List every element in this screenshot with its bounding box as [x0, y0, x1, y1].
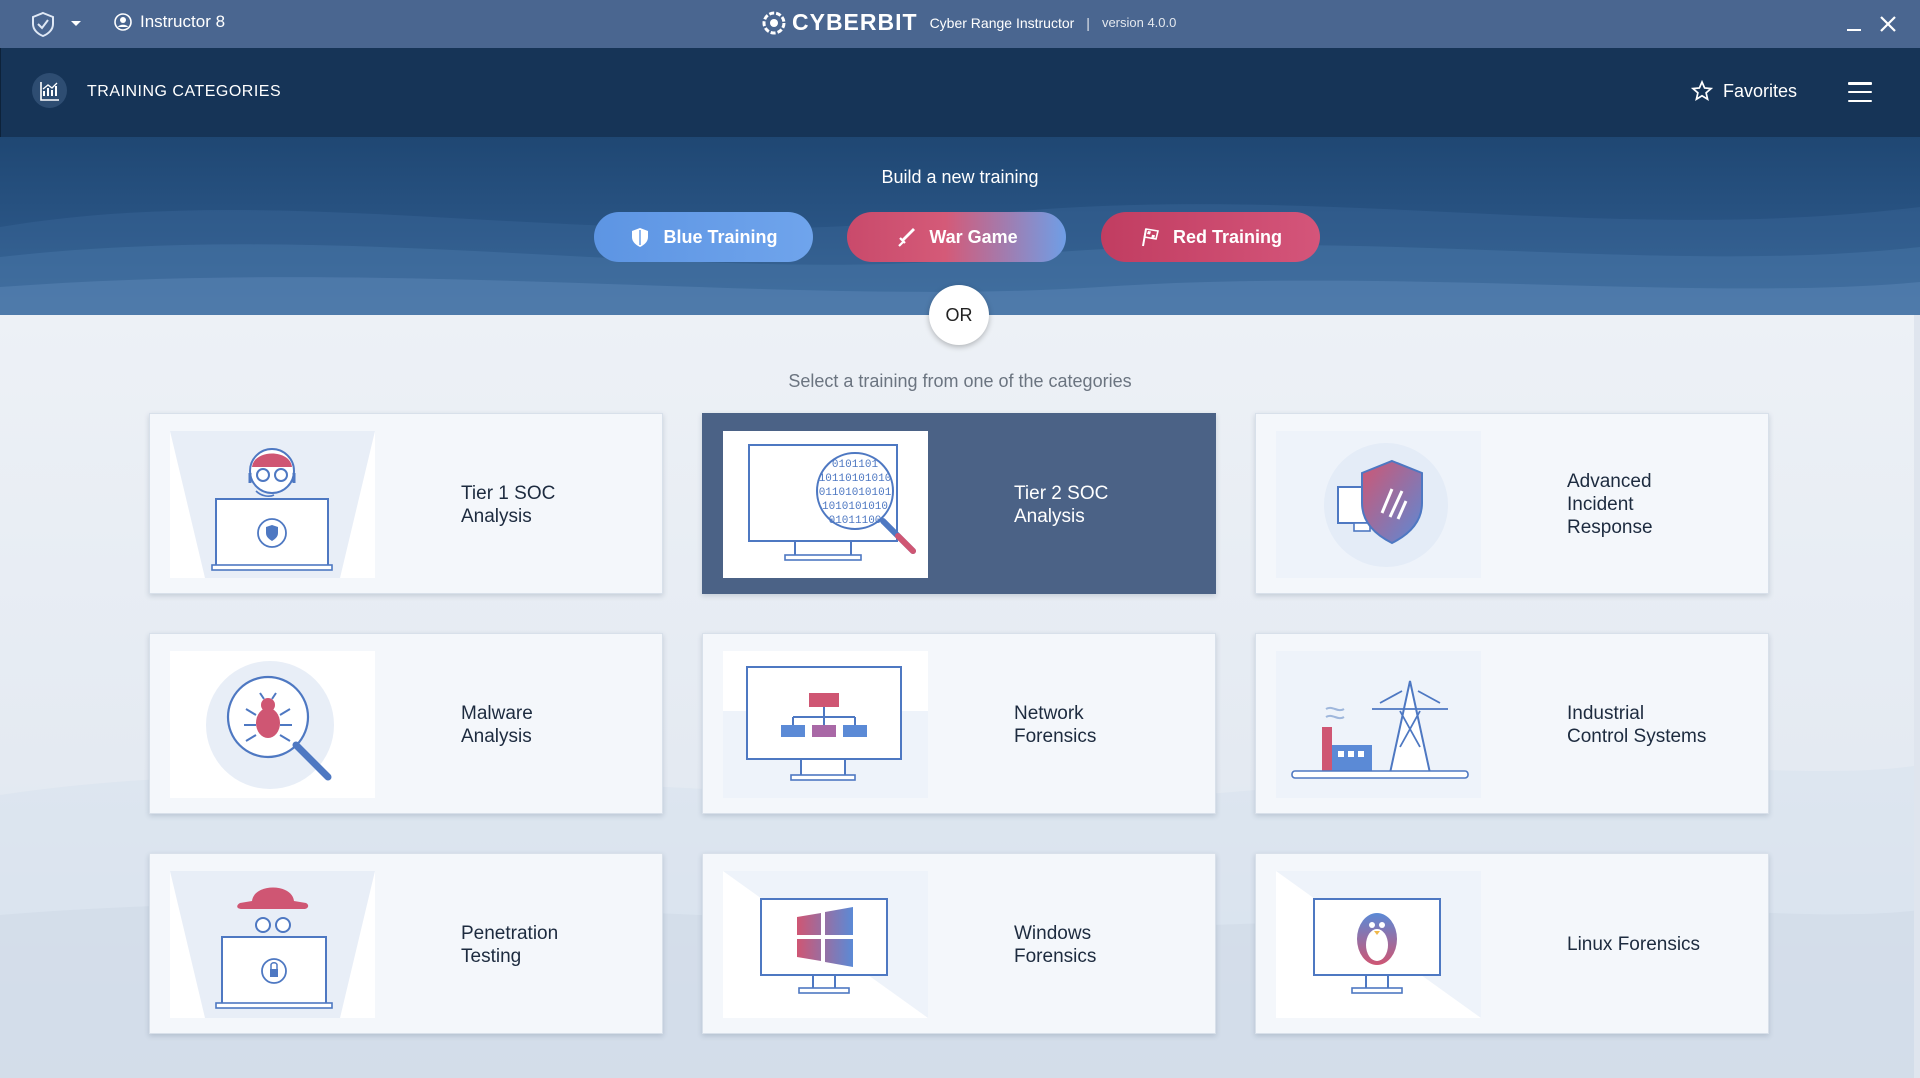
svg-text:01011100: 01011100: [829, 515, 882, 527]
category-card-tier-1-soc-analysis[interactable]: Tier 1 SOC Analysis: [149, 413, 663, 594]
favorites-label: Favorites: [1723, 80, 1798, 101]
minimize-icon[interactable]: [1844, 13, 1866, 35]
hamburger-menu-icon[interactable]: [1848, 82, 1872, 102]
chevron-down-icon[interactable]: [68, 13, 84, 33]
soc-analyst-icon: [170, 431, 375, 578]
categories-subtitle: Select a training from one of the catego…: [788, 371, 1132, 391]
app-version: version 4.0.0: [1101, 15, 1177, 30]
app-branding: CYBERBIT Cyber Range Instructor | versio…: [762, 9, 1176, 36]
cyberbit-logo: CYBERBIT: [762, 9, 918, 36]
title-bar: Instructor 8 CYBERBIT Cyber Range Instru…: [0, 0, 1920, 48]
app-name: Cyber Range Instructor: [929, 14, 1075, 31]
category-card-malware-analysis[interactable]: Malware Analysis: [149, 633, 663, 814]
red-training-button[interactable]: Red Training: [1101, 212, 1320, 262]
shield-monitor-icon: [1276, 431, 1481, 578]
category-card-windows-forensics[interactable]: Windows Forensics: [702, 853, 1216, 1034]
app-shield-icon[interactable]: [30, 11, 56, 37]
page-title: TRAINING CATEGORIES: [87, 83, 282, 100]
category-card-network-forensics[interactable]: Network Forensics: [702, 633, 1216, 814]
page-header: TRAINING CATEGORIES Favorites: [0, 48, 1920, 137]
build-training-title: Build a new training: [881, 167, 1039, 187]
power-tower-icon: [1276, 651, 1481, 798]
svg-text:0101101: 0101101: [832, 459, 879, 471]
category-label: Tier 1 SOC Analysis: [461, 482, 556, 527]
cyberbit-logo-icon: [762, 11, 786, 34]
category-label: Windows Forensics: [1014, 922, 1097, 967]
category-label: Malware Analysis: [461, 702, 533, 747]
svg-text:10110101010: 10110101010: [819, 473, 892, 485]
training-categories-icon: [32, 73, 67, 108]
category-card-penetration-testing[interactable]: Penetration Testing: [149, 853, 663, 1034]
title-separator: |: [1086, 14, 1090, 31]
close-icon[interactable]: [1876, 12, 1900, 36]
svg-text:1010101010: 1010101010: [822, 501, 888, 513]
linux-penguin-icon: [1276, 871, 1481, 1018]
category-card-linux-forensics[interactable]: Linux Forensics: [1255, 853, 1769, 1034]
category-label: Linux Forensics: [1567, 934, 1701, 955]
scrollbar[interactable]: [1914, 315, 1920, 1078]
favorites-button[interactable]: Favorites: [1691, 80, 1797, 102]
category-label: Penetration Testing: [461, 922, 559, 967]
category-card-industrial-control-systems[interactable]: Industrial Control Systems: [1255, 633, 1769, 814]
shield-icon: [632, 228, 649, 247]
category-label: Advanced Incident Response: [1567, 471, 1653, 538]
network-hierarchy-icon: [723, 651, 928, 798]
categories-area: Select a training from one of the catego…: [0, 315, 1920, 1078]
user-name: Instructor 8: [140, 12, 226, 31]
blue-training-button[interactable]: Blue Training: [594, 212, 813, 262]
star-icon: [1691, 80, 1713, 101]
sword-icon: [898, 228, 916, 247]
hacker-hat-icon: [170, 871, 375, 1018]
flag-icon: [1141, 228, 1159, 247]
bug-magnifier-icon: [170, 651, 375, 798]
category-label: Network Forensics: [1014, 702, 1097, 747]
category-card-advanced-incident-response[interactable]: Advanced Incident Response: [1255, 413, 1769, 594]
or-divider: OR: [929, 285, 989, 345]
war-game-button[interactable]: War Game: [847, 212, 1066, 262]
category-card-tier-2-soc-analysis[interactable]: 0101101 10110101010 01101010101 10101010…: [702, 413, 1216, 594]
binary-magnifier-icon: 0101101 10110101010 01101010101 10101010…: [723, 431, 928, 578]
svg-text:01101010101: 01101010101: [819, 487, 892, 499]
windows-logo-icon: [723, 871, 928, 1018]
user-menu[interactable]: Instructor 8: [114, 12, 225, 32]
category-label: Tier 2 SOC Analysis: [1014, 482, 1109, 527]
user-icon: [114, 13, 132, 31]
category-label: Industrial Control Systems: [1567, 702, 1707, 747]
